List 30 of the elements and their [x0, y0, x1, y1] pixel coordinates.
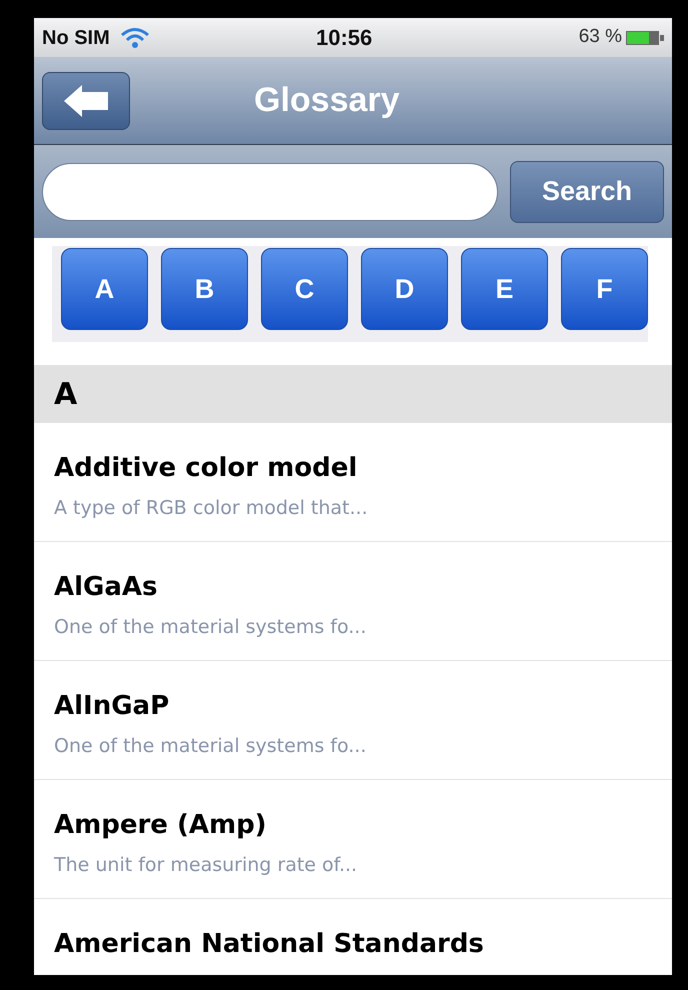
term-text: Additive color model	[54, 452, 358, 485]
term-text: AlInGaP	[54, 690, 170, 723]
battery-icon	[626, 30, 664, 46]
glossary-row[interactable]: Ampere (Amp) The unit for measuring rate of...	[34, 780, 672, 899]
section-header: A	[34, 365, 672, 423]
screen-title: Glossary	[254, 80, 400, 121]
term-text: American National Standards	[54, 928, 485, 961]
glossary-row[interactable]: AlInGaP One of the material systems fo...	[34, 661, 672, 780]
glossary-row[interactable]: Additive color model A type of RGB color model that...	[34, 423, 672, 542]
glossary-row[interactable]: AlGaAs One of the material systems fo...	[34, 542, 672, 661]
search-button[interactable]: Search	[510, 160, 664, 222]
letter-button[interactable]: C	[261, 248, 348, 330]
letter-button[interactable]: D	[361, 248, 448, 330]
summary-text: One of the material systems fo...	[54, 615, 368, 640]
letter-button[interactable]: F	[561, 248, 648, 330]
term-text: AlGaAs	[54, 571, 159, 604]
left-arrow-icon	[64, 84, 108, 116]
summary-text: One of the material systems fo...	[54, 734, 368, 759]
summary-text: The unit for measuring rate of...	[54, 853, 358, 878]
wifi-icon	[120, 26, 150, 48]
term-text: Ampere (Amp)	[54, 809, 268, 842]
summary-text: A type of RGB color model that...	[54, 496, 369, 521]
letter-button[interactable]: E	[461, 248, 548, 330]
letter-button[interactable]: A	[61, 248, 148, 330]
letter-button[interactable]: B	[161, 248, 248, 330]
battery-text: 63 %	[578, 25, 622, 50]
glossary-row[interactable]: American National Standards	[34, 899, 672, 975]
back-button[interactable]	[42, 72, 130, 130]
carrier-text: No SIM	[42, 26, 110, 50]
clock-text: 10:56	[316, 24, 372, 52]
